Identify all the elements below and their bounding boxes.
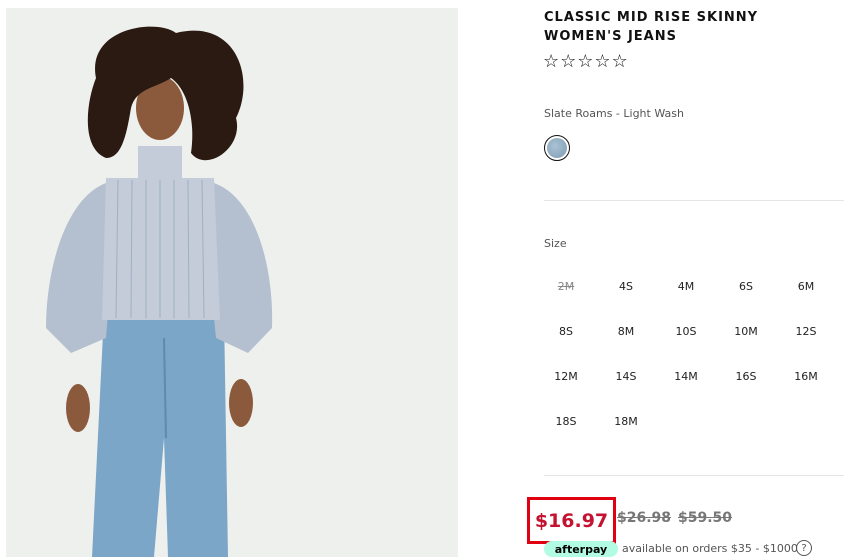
size-option-8s[interactable]: 8S — [536, 315, 596, 360]
original-price: $59.50 — [678, 510, 733, 526]
star-rating[interactable]: ☆☆☆☆☆ — [543, 51, 629, 72]
size-option-16s[interactable]: 16S — [716, 360, 776, 405]
product-info-panel: CLASSIC MID RISE SKINNY WOMEN'S JEANS ☆☆… — [0, 0, 851, 557]
compare-price: $26.98 — [617, 510, 672, 526]
sale-price: $16.97 — [534, 509, 609, 532]
size-grid: 2M 4S 4M 6S 6M 8S 8M 10S 10M 12S 12M 14S 14M 16S 16M 18… — [536, 270, 836, 450]
size-option-10m[interactable]: 10M — [716, 315, 776, 360]
size-option-4s[interactable]: 4S — [596, 270, 656, 315]
afterpay-logo: afterpay — [544, 541, 618, 557]
size-option-14m[interactable]: 14M — [656, 360, 716, 405]
size-option-4m[interactable]: 4M — [656, 270, 716, 315]
swatch-fill — [547, 138, 567, 158]
help-icon[interactable]: ? — [796, 540, 812, 556]
size-option-10s[interactable]: 10S — [656, 315, 716, 360]
size-option-6m[interactable]: 6M — [776, 270, 836, 315]
product-title: CLASSIC MID RISE SKINNY WOMEN'S JEANS — [544, 10, 759, 44]
size-label: Size — [544, 237, 567, 250]
size-option-2m[interactable]: 2M — [536, 270, 596, 315]
size-option-16m[interactable]: 16M — [776, 360, 836, 405]
divider — [544, 200, 844, 201]
color-name: Slate Roams - Light Wash — [544, 107, 684, 120]
color-swatch-selected[interactable] — [544, 135, 570, 161]
size-option-18s[interactable]: 18S — [536, 405, 596, 450]
size-option-14s[interactable]: 14S — [596, 360, 656, 405]
afterpay-text: available on orders $35 - $1000 — [622, 542, 798, 555]
price-highlight-box: $16.97 — [527, 497, 616, 544]
size-option-8m[interactable]: 8M — [596, 315, 656, 360]
size-option-12m[interactable]: 12M — [536, 360, 596, 405]
size-option-12s[interactable]: 12S — [776, 315, 836, 360]
size-option-18m[interactable]: 18M — [596, 405, 656, 450]
size-option-6s[interactable]: 6S — [716, 270, 776, 315]
divider — [544, 475, 844, 476]
